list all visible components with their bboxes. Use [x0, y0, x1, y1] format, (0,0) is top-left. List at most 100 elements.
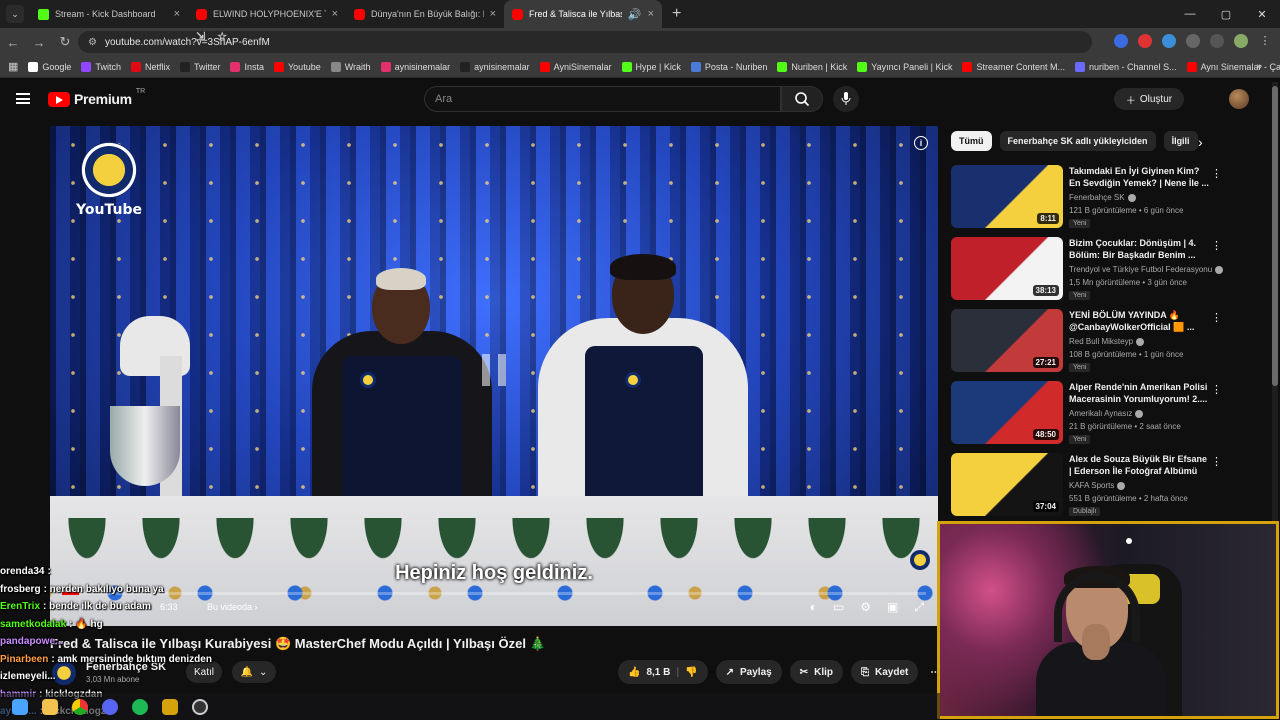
recommendation-title[interactable]: YENİ BÖLÜM YAYINDA 🔥 @CanbayWolkerOffici… — [1069, 309, 1209, 333]
bookmark-star-icon[interactable]: ☆ — [217, 31, 227, 43]
maximize-icon[interactable]: ▢ — [1208, 0, 1244, 28]
miniplayer-icon[interactable]: ▣ — [887, 600, 898, 615]
recommendation-channel[interactable]: Fenerbahçe SK — [1069, 193, 1136, 202]
search-input[interactable]: Ara — [424, 86, 781, 112]
more-options-icon[interactable]: ⋮ — [1211, 311, 1222, 324]
notification-bell-button[interactable]: 🔔 ⌄ — [232, 661, 276, 683]
menu-icon[interactable] — [1210, 34, 1224, 48]
close-tab-icon[interactable]: × — [648, 8, 654, 20]
recommendation-title[interactable]: Bizim Çocuklar: Dönüşüm | 4. Bölüm: Bir … — [1069, 237, 1209, 261]
share-button[interactable]: ↗ Paylaş — [715, 660, 782, 684]
bookmark-item[interactable]: Yayıncı Paneli | Kick — [857, 61, 952, 72]
extension-icon[interactable] — [1138, 34, 1152, 48]
kebab-menu-icon[interactable]: ⋮ — [1258, 34, 1272, 48]
bookmark-item[interactable]: nuriben - Channel S... — [1075, 61, 1177, 72]
bookmark-item[interactable]: Netflix — [130, 61, 170, 72]
back-icon[interactable]: ← — [0, 35, 26, 50]
recommendation-channel[interactable]: Red Bull Miksteyp — [1069, 337, 1145, 346]
extension-icon[interactable] — [1114, 34, 1128, 48]
discord-icon[interactable] — [102, 698, 118, 715]
recommendation-title[interactable]: Alex de Souza Büyük Bir Efsane | Ederson… — [1069, 453, 1209, 477]
bookmark-item[interactable]: Twitter — [179, 61, 220, 72]
bookmark-item[interactable]: AyniSinemalar — [539, 61, 612, 72]
recommendation-channel[interactable]: Trendyol ve Türkiye Futbol Federasyonu — [1069, 265, 1224, 274]
bookmark-item[interactable]: aynisinemalar — [460, 61, 530, 72]
bookmarks-overflow-icon[interactable]: » — [1256, 61, 1262, 72]
search-button[interactable] — [781, 86, 823, 112]
recommendation-channel[interactable]: KAFA Sports — [1069, 481, 1126, 490]
tab-0[interactable]: Stream - Kick Dashboard × — [30, 0, 188, 28]
bookmark-item[interactable]: Nuriben | Kick — [777, 61, 847, 72]
recommendation-item[interactable]: 38:13 Bizim Çocuklar: Dönüşüm | 4. Bölüm:… — [951, 237, 1224, 301]
chat-username[interactable]: ErenTrix — [0, 601, 40, 612]
more-options-icon[interactable]: ⋮ — [1211, 239, 1222, 252]
voice-search-button[interactable] — [833, 86, 859, 112]
bookmark-item[interactable]: Twitch — [81, 61, 121, 72]
chat-username[interactable]: izlemeyeli... — [0, 671, 56, 682]
recommendation-thumbnail[interactable]: 8:11 — [951, 165, 1063, 228]
recommendation-thumbnail[interactable]: 38:13 — [951, 237, 1063, 300]
video-player[interactable]: YouTube i Hepiniz hoş geldiniz. 6:33 Bu … — [50, 126, 938, 626]
more-options-icon[interactable]: ⋮ — [1211, 167, 1222, 180]
more-options-icon[interactable]: ⋮ — [1211, 383, 1222, 396]
app-icon[interactable] — [162, 698, 178, 715]
clip-button[interactable]: ✂ Klip — [789, 660, 843, 684]
info-icon[interactable]: i — [914, 136, 928, 150]
chat-username[interactable]: Pinarbeen — [0, 654, 48, 665]
recommendation-title[interactable]: Takımdaki En İyi Giyinen Kim? En Sevdiği… — [1069, 165, 1209, 189]
site-info-icon[interactable]: ⚙ — [88, 37, 97, 48]
chrome-icon[interactable] — [72, 698, 88, 715]
apps-icon[interactable]: ▦ — [8, 60, 18, 73]
chat-username[interactable]: frosberg — [0, 584, 41, 595]
recommendation-item[interactable]: 37:04 Alex de Souza Büyük Bir Efsane | Ed… — [951, 453, 1222, 517]
minimize-icon[interactable]: — — [1172, 0, 1208, 28]
bookmark-item[interactable]: Posta - Nuriben — [690, 61, 767, 72]
fullscreen-icon[interactable]: ⤢ — [914, 600, 924, 615]
chevron-right-icon[interactable]: › — [1198, 134, 1203, 150]
bookmark-item[interactable]: Wraith — [330, 61, 371, 72]
save-button[interactable]: ⎘ Kaydet — [851, 660, 919, 684]
profile-icon[interactable] — [1234, 34, 1248, 48]
address-bar[interactable]: ⚙ youtube.com/watch?v=3ShAP-6enfM ⇲ ☆ — [78, 31, 1092, 53]
install-icon[interactable]: ⇲ — [196, 31, 205, 43]
chat-username[interactable]: sametkodalak — [0, 619, 66, 630]
recommendation-item[interactable]: 27:21 YENİ BÖLÜM YAYINDA 🔥 @CanbayWolkerO… — [951, 309, 1222, 373]
bookmark-item[interactable]: aynisinemalar — [380, 61, 450, 72]
reload-icon[interactable]: ↻ — [52, 34, 78, 50]
recommendation-channel[interactable]: Amerikalı Aynasız — [1069, 409, 1144, 418]
recommendation-title[interactable]: Alper Rende'nin Amerikan Polisi Macerasi… — [1069, 381, 1209, 405]
speaker-icon[interactable]: 🔊 — [628, 8, 642, 21]
bookmark-item[interactable]: Google — [28, 61, 71, 72]
bookmark-item[interactable]: Insta — [230, 61, 264, 72]
chip-channel[interactable]: Fenerbahçe SK adlı yükleyiciden — [999, 131, 1156, 151]
subtitles-icon[interactable]: ▭ — [833, 600, 844, 615]
recommendation-item[interactable]: 48:50 Alper Rende'nin Amerikan Polisi Mac… — [951, 381, 1222, 445]
extension-icon[interactable] — [1162, 34, 1176, 48]
autoplay-toggle-icon[interactable]: ◐ — [810, 600, 817, 615]
page-scrollbar[interactable] — [1272, 82, 1278, 522]
forward-icon[interactable]: → — [26, 35, 52, 50]
chip-all[interactable]: Tümü — [951, 131, 992, 151]
close-tab-icon[interactable]: × — [490, 8, 496, 20]
tab-search-button[interactable]: ⌄ — [6, 5, 24, 23]
windows-start-icon[interactable] — [12, 698, 28, 715]
close-tab-icon[interactable]: × — [174, 8, 180, 20]
chat-username[interactable]: orenda34 — [0, 566, 44, 577]
chip-related[interactable]: İlgili — [1163, 131, 1198, 151]
chat-username[interactable]: pandapowe... — [0, 636, 63, 647]
account-avatar[interactable] — [1229, 89, 1249, 109]
hamburger-menu-icon[interactable] — [16, 93, 30, 104]
bookmark-item[interactable]: Hype | Kick — [621, 61, 681, 72]
new-tab-button[interactable]: + — [672, 5, 681, 23]
scrollbar-thumb[interactable] — [1272, 86, 1278, 386]
create-button[interactable]: ＋ Oluştur — [1114, 88, 1184, 110]
more-options-icon[interactable]: ⋮ — [1211, 455, 1222, 468]
recommendation-thumbnail[interactable]: 48:50 — [951, 381, 1063, 444]
tab-2[interactable]: Dünya'nın En Büyük Balığı: Bal × — [346, 0, 504, 28]
close-tab-icon[interactable]: × — [332, 8, 338, 20]
youtube-premium-logo[interactable]: Premium TR — [48, 88, 145, 107]
close-window-icon[interactable]: ✕ — [1244, 0, 1280, 28]
bookmark-item[interactable]: Youtube — [274, 61, 321, 72]
thumbs-down-icon[interactable]: 👎 — [685, 667, 697, 678]
recommendation-thumbnail[interactable]: 37:04 — [951, 453, 1063, 516]
